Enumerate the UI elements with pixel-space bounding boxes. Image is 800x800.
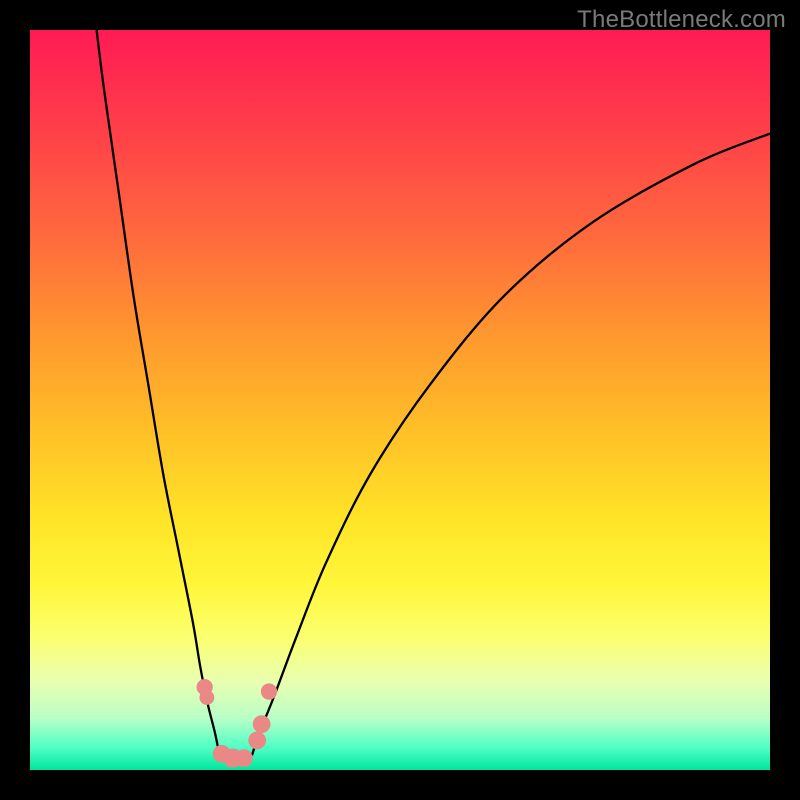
scatter-dot [235,749,253,767]
scatter-dot [248,732,266,750]
scatter-dot [199,690,214,705]
watermark-text: TheBottleneck.com [577,6,786,34]
right-curve [252,134,770,756]
chart-stage: TheBottleneck.com [0,0,800,800]
left-curve [97,30,220,755]
scatter-dot [261,683,277,699]
curve-group [97,30,770,762]
curves-svg [30,30,770,770]
plot-area [30,30,770,770]
scatter-group [197,679,278,768]
scatter-dot [253,715,271,733]
